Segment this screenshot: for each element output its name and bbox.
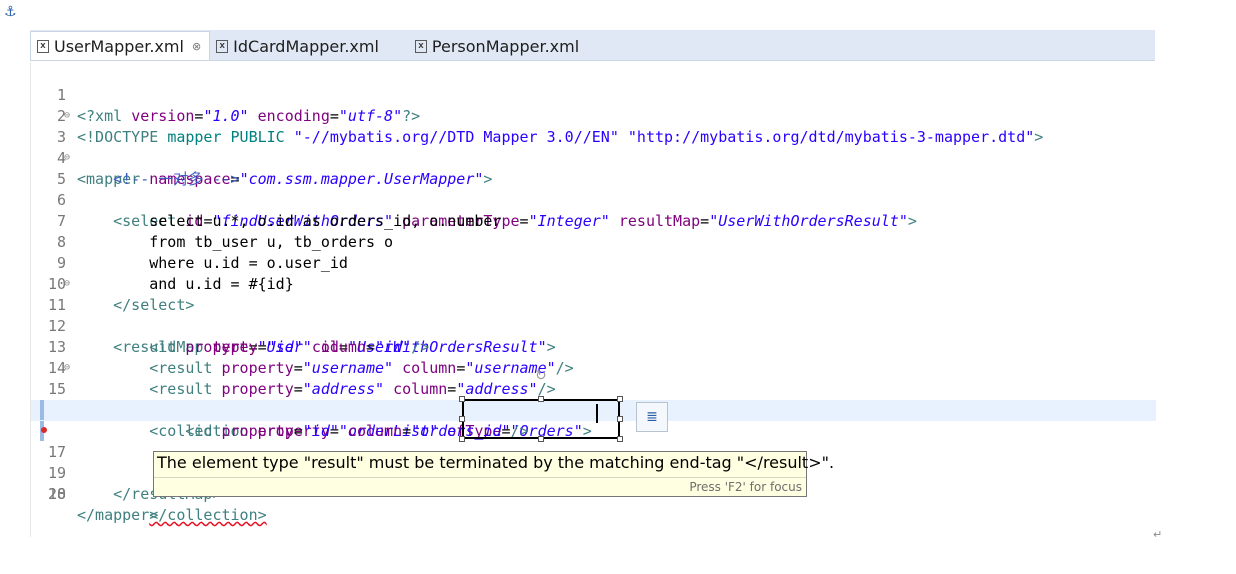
code-line: 9 and u.id = #{id} [31,232,1156,293]
resize-handle[interactable] [617,436,623,442]
editor-tab-bar: X UserMapper.xml ⊗ X IdCardMapper.xml X … [30,30,1155,61]
code-line: 4 <!-- 一对多 --> [31,127,1156,188]
fold-icon[interactable]: ⊖ [64,147,70,168]
code-line: 10 </select> [31,253,1156,314]
text-wrap-icon[interactable]: ≣ [636,402,668,432]
resize-handle[interactable] [459,436,465,442]
resize-handle[interactable] [617,416,623,422]
tab-personmapper[interactable]: X PersonMapper.xml [409,32,587,60]
fold-icon[interactable]: ⊖ [64,105,70,126]
xml-file-icon: X [414,39,427,53]
fold-icon[interactable]: ⊖ [64,357,70,378]
resize-handle[interactable] [617,396,623,402]
code-line: 14 <result property="address" column="ad… [31,337,1156,398]
tab-label: UserMapper.xml [54,36,184,56]
tab-label: PersonMapper.xml [431,36,580,56]
code-line: 15 ⊖ <collection property="orderList" of… [31,357,1156,440]
code-text: </mapper> [77,506,159,524]
code-line: 8 where u.id = o.user_id [31,211,1156,272]
code-line: 7 from tb_user u, tb_orders o [31,190,1156,251]
tooltip-message: The element type "result" must be termin… [157,453,835,472]
code-line: 16 <id property="id" column="orders_id"/… [31,379,1156,440]
error-icon[interactable] [41,427,47,433]
tab-usermapper[interactable]: X UserMapper.xml ⊗ [30,31,211,60]
resize-handle[interactable] [538,396,544,402]
resize-handle[interactable] [459,396,465,402]
code-line: 5 ⊖ <select id="findUserWithOrders" para… [31,147,1156,230]
code-line: 1 <?xml version="1.0" encoding="utf-8"?> [31,64,1156,125]
code-line: 6 select u.*, o.id as orders_id, o.numbe… [31,169,1156,230]
code-line: 3 ⊖ <mapper namespace="com.ssm.mapper.Us… [31,105,1156,188]
resize-handle[interactable] [538,436,544,442]
error-tooltip: The element type "result" must be termin… [153,451,834,497]
fold-icon[interactable]: ⊖ [64,273,70,294]
text-cursor [596,404,598,423]
line-number: 20 [47,485,66,503]
xml-file-icon: X [216,39,229,53]
change-marker [40,400,44,420]
tab-idcardmapper[interactable]: X IdCardMapper.xml [210,32,387,60]
close-icon[interactable]: ⊗ [192,40,201,53]
xml-file-icon: X [37,39,49,53]
code-line: 11 ⊖ <resultMap type="User" id="UserWith… [31,273,1156,356]
return-mark-icon: ↵ [1153,528,1163,541]
tab-label: IdCardMapper.xml [233,36,379,56]
code-line: 12 <id property="id" column="id"/> [31,295,1156,356]
rotate-handle-icon[interactable]: ↻ [535,368,547,384]
anchor-icon: ⚓ [4,4,17,20]
code-line: 13 <result property="username" column="u… [31,316,1156,377]
code-line: 2 <!DOCTYPE mapper PUBLIC "-//mybatis.or… [31,85,1156,146]
resize-handle[interactable] [459,416,465,422]
tooltip-footer: Press 'F2' for focus [154,477,806,497]
